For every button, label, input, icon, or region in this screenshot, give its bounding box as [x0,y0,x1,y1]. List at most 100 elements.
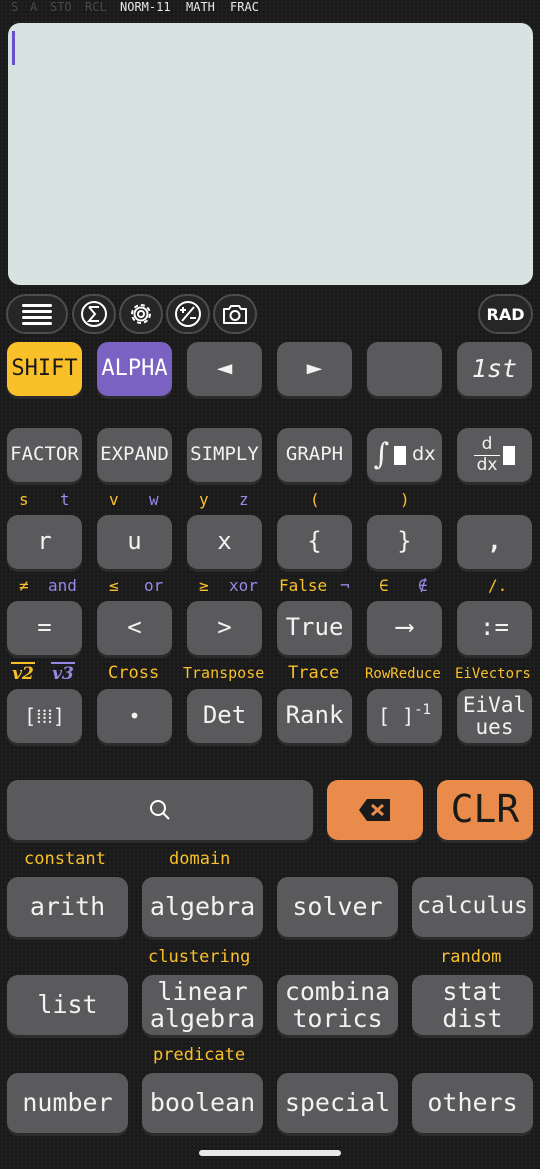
special-button[interactable]: special [277,1073,398,1133]
label-z: z [239,490,249,509]
backspace-icon [359,799,390,821]
combinatorics-line2: torics [292,1004,383,1033]
key-true[interactable]: True [277,601,352,655]
solver-button[interactable]: solver [277,877,398,937]
label-v2: v2 [11,662,35,683]
camera-icon [223,305,247,324]
key-equals[interactable]: = [7,601,82,655]
algebra-button[interactable]: algebra [142,877,263,937]
calculator-display[interactable] [8,23,533,285]
number-button[interactable]: number [7,1073,128,1133]
alpha-indicator: A [30,0,38,14]
key-open-brace[interactable]: { [277,515,352,569]
det-key[interactable]: Det [187,689,262,743]
label-open-paren: ( [310,490,320,509]
linear-algebra-line1: linear [157,976,248,1006]
home-indicator[interactable] [199,1150,341,1156]
gear-icon [131,304,151,324]
label-replace-all: /. [488,576,508,595]
label-close-paren: ) [400,490,410,509]
eigenvalues-line2: ues [475,715,514,739]
settings-button[interactable] [119,294,163,334]
label-t: t [60,490,70,509]
norm-indicator: NORM-11 [120,0,171,14]
menu-button[interactable] [6,294,68,334]
cursor-right-key[interactable]: ► [277,342,352,396]
label-greater-equal: ≥ [199,576,209,595]
key-greater-than[interactable]: > [187,601,262,655]
label-or: or [144,576,164,595]
mode-key[interactable]: 1st [457,342,532,396]
backspace-button[interactable] [327,780,423,840]
frac-indicator: FRAC [230,0,259,14]
eigenvalues-line1: EiVal [462,692,527,717]
combinatorics-line1: combina [284,976,391,1006]
key-assign[interactable]: := [457,601,532,655]
boolean-button[interactable]: boolean [142,1073,263,1133]
dot-product-key[interactable]: • [97,689,172,743]
label-constant: constant [24,849,106,869]
integral-key[interactable]: ∫ dx [367,428,442,482]
clear-button[interactable]: CLR [437,780,533,840]
stat-dist-line1: stat [442,976,503,1006]
combinatorics-button[interactable]: combina torics [277,975,398,1035]
derivative-fraction: d dx [474,435,500,475]
sum-button[interactable] [72,294,116,334]
eigenvalues-key[interactable]: EiVal ues [457,689,532,743]
label-v: v [109,490,119,509]
key-x[interactable]: x [187,515,262,569]
plus-minus-button[interactable] [166,294,210,334]
inverse-brackets: [ ] [378,703,415,728]
rcl-indicator: RCL [85,0,107,14]
label-false: False [279,576,328,595]
blank-key[interactable] [367,342,442,396]
graph-key[interactable]: GRAPH [277,428,352,482]
simplify-key[interactable]: SIMPLY [187,428,262,482]
label-element-of: ∈ [379,576,389,595]
calculus-button[interactable]: calculus [412,877,533,937]
expand-key[interactable]: EXPAND [97,428,172,482]
alpha-key[interactable]: ALPHA [97,342,172,396]
angle-mode-label: RAD [486,304,525,324]
linear-algebra-line2: algebra [149,1004,256,1033]
key-comma[interactable]: , [457,515,532,569]
stat-dist-button[interactable]: stat dist [412,975,533,1035]
key-less-than[interactable]: < [97,601,172,655]
key-close-brace[interactable]: } [367,515,442,569]
label-s: s [19,490,29,509]
cursor-left-key[interactable]: ◄ [187,342,262,396]
derivative-dx: dx [476,454,498,475]
label-rowreduce: RowReduce [365,666,441,682]
matrix-key[interactable]: [⁞⁞⁞] [7,689,82,743]
sigma-icon [81,301,107,327]
key-u[interactable]: u [97,515,172,569]
text-cursor [12,31,15,65]
math-indicator: MATH [186,0,215,14]
label-eivectors: EiVectors [455,666,531,682]
label-predicate: predicate [153,1045,246,1065]
rank-key[interactable]: Rank [277,689,352,743]
derivative-key[interactable]: d dx [457,428,532,482]
search-button[interactable] [7,780,313,840]
others-button[interactable]: others [412,1073,533,1133]
label-y: y [199,490,209,509]
sto-indicator: STO [50,0,72,14]
key-r[interactable]: r [7,515,82,569]
linear-algebra-button[interactable]: linear algebra [142,975,263,1035]
camera-button[interactable] [213,294,257,334]
shift-key[interactable]: SHIFT [7,342,82,396]
list-button[interactable]: list [7,975,128,1035]
angle-mode-button[interactable]: RAD [478,294,533,334]
label-v3-text: v3 [52,664,74,684]
shift-indicator: S [11,0,19,14]
label-trace: Trace [288,663,340,683]
search-icon [150,800,170,820]
inverse-key[interactable]: [ ] -1 [367,689,442,743]
label-xor: xor [229,576,258,595]
key-rule-arrow[interactable]: ⟶ [367,601,442,655]
factor-key[interactable]: FACTOR [7,428,82,482]
label-random: random [440,947,502,967]
integral-sign: ∫ [373,437,390,473]
arith-button[interactable]: arith [7,877,128,937]
stat-dist-line2: dist [442,1004,503,1033]
